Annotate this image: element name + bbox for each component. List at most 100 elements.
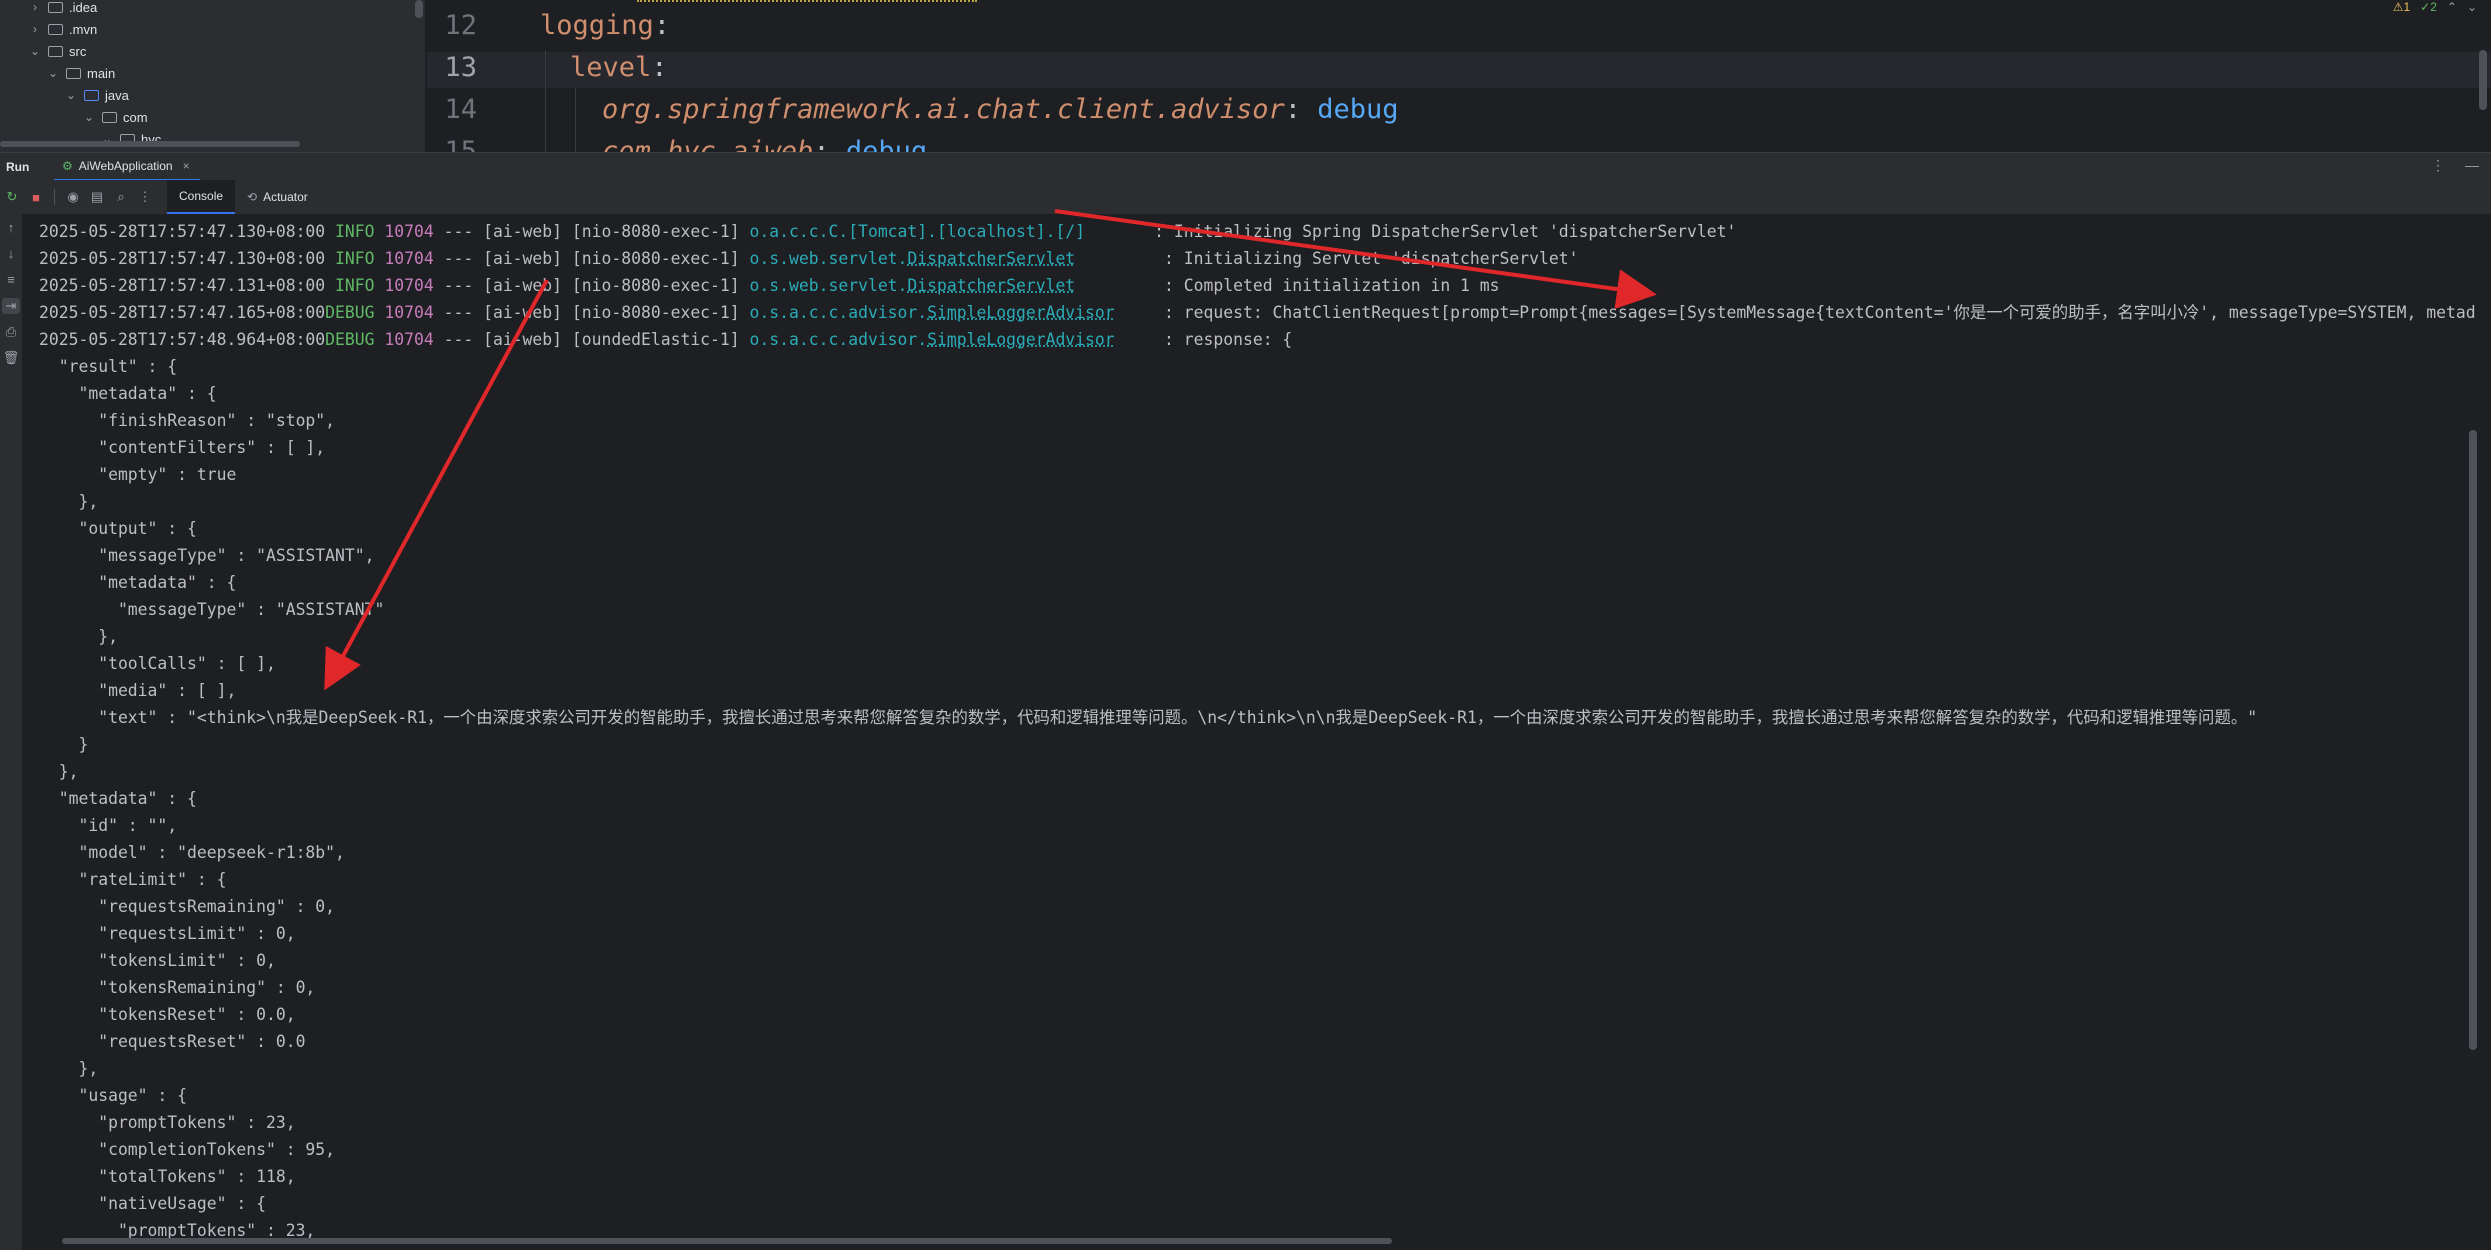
json-output-line: "metadata" : {	[39, 573, 237, 592]
warning-underline	[637, 0, 977, 4]
code-line[interactable]: logging:	[540, 10, 670, 41]
inspection-status[interactable]: ⚠1 ✓2 ⌃ ⌄	[2393, 0, 2477, 14]
tab-label: Console	[179, 189, 224, 203]
log-space	[375, 249, 385, 268]
log-level: INFO	[325, 222, 375, 241]
log-message: : Initializing Servlet 'dispatcherServle…	[1154, 249, 1579, 268]
log-pad	[1115, 330, 1154, 349]
chevron-down-icon[interactable]: ⌄	[2467, 0, 2477, 14]
spring-boot-icon: ⚙	[62, 158, 73, 173]
json-output-line: "requestsReset" : 0.0	[39, 1032, 306, 1051]
soft-wrap-icon[interactable]: ≡	[2, 272, 20, 288]
tree-item-label: .mvn	[69, 21, 98, 37]
log-line[interactable]: 2025-05-28T17:57:47.130+08:00 INFO 10704…	[39, 218, 1736, 245]
log-pad	[1115, 303, 1154, 322]
log-logger-link[interactable]: SimpleLoggerAdvisor	[927, 303, 1115, 322]
log-thread: [nio-8080-exec-1]	[562, 303, 750, 322]
more-options-icon[interactable]: ⋮	[2431, 157, 2445, 174]
arrow-up-icon[interactable]: ↑	[2, 220, 20, 236]
log-message: : request: ChatClientRequest[prompt=Prom…	[1154, 303, 2476, 322]
json-output-line: "metadata" : {	[39, 384, 217, 403]
folder-icon	[48, 45, 63, 57]
log-logger-link[interactable]: DispatcherServlet	[907, 249, 1075, 268]
code-editor[interactable]: 12 13 14 15 logging: level: org.springfr…	[427, 0, 2491, 152]
camera-icon[interactable]: ◉	[61, 189, 85, 205]
chevron-up-icon[interactable]: ⌃	[2447, 0, 2457, 14]
editor-scrollbar[interactable]	[2479, 50, 2487, 110]
log-line[interactable]: 2025-05-28T17:57:47.165+08:00DEBUG 10704…	[39, 299, 2476, 326]
more-icon[interactable]: ⋮	[133, 189, 157, 205]
code-line[interactable]: level:	[570, 52, 668, 83]
scroll-to-end-icon[interactable]: ⇥	[2, 298, 20, 314]
run-config-tab[interactable]: ⚙ AiWebApplication ×	[54, 153, 200, 181]
console-horizontal-scrollbar[interactable]	[62, 1238, 1392, 1244]
log-timestamp: 2025-05-28T17:57:47.130+08:00	[39, 249, 326, 268]
stop-icon[interactable]: ■	[24, 190, 48, 205]
log-level: INFO	[325, 249, 375, 268]
log-logger-link[interactable]: SimpleLoggerAdvisor	[927, 330, 1115, 349]
tab-actuator[interactable]: ⟲ Actuator	[235, 180, 320, 214]
log-timestamp: 2025-05-28T17:57:48.964+08:00	[39, 330, 326, 349]
json-output-line: "finishReason" : "stop",	[39, 411, 336, 430]
code-line[interactable]: org.springframework.ai.chat.client.advis…	[602, 94, 1399, 125]
rerun-icon[interactable]: ↻	[0, 189, 24, 205]
tree-item-main[interactable]: ⌄ main	[46, 62, 115, 84]
chevron-right-icon[interactable]: ›	[28, 0, 42, 14]
json-output-line: "media" : [ ],	[39, 681, 237, 700]
log-logger: o.s.a.c.c.advisor.	[749, 330, 928, 349]
yaml-colon: :	[651, 52, 668, 83]
tree-item-java[interactable]: ⌄ java	[64, 84, 129, 106]
log-logger: o.s.a.c.c.advisor.	[749, 303, 928, 322]
chevron-down-icon[interactable]: ⌄	[64, 88, 78, 102]
log-logger: o.a.c.c.C.[Tomcat].[localhost].[/]	[749, 222, 1086, 241]
console-output[interactable]: 2025-05-28T17:57:47.130+08:00 INFO 10704…	[22, 214, 2477, 1244]
json-output-line: "completionTokens" : 95,	[39, 1140, 336, 1159]
tree-item-idea[interactable]: › .idea	[28, 0, 97, 18]
log-pid: 10704	[384, 222, 434, 241]
log-pad	[1085, 222, 1144, 241]
json-output-line: "totalTokens" : 118,	[39, 1167, 296, 1186]
code-line[interactable]: com.hyc.aiweb: debug	[602, 136, 927, 152]
json-output-line: },	[39, 627, 118, 646]
json-output-line: },	[39, 762, 79, 781]
check-count[interactable]: ✓2	[2420, 0, 2437, 14]
json-output-line: "tokensRemaining" : 0,	[39, 978, 316, 997]
chevron-down-icon[interactable]: ⌄	[28, 44, 42, 58]
line-number: 15	[444, 136, 477, 152]
json-output-line: "tokensLimit" : 0,	[39, 951, 276, 970]
indent-guide	[545, 50, 546, 152]
json-output-line: "text" : "<think>\n我是DeepSeek-R1，一个由深度求索…	[39, 708, 2258, 727]
tree-item-label: main	[87, 65, 116, 81]
chevron-down-icon[interactable]: ⌄	[82, 110, 96, 124]
thread-dump-icon[interactable]: ▤	[85, 189, 109, 205]
line-number: 14	[444, 94, 477, 125]
chevron-right-icon[interactable]: ›	[28, 22, 42, 36]
json-output-line: "requestsRemaining" : 0,	[39, 897, 336, 916]
indent-guide	[575, 88, 576, 152]
print-icon[interactable]: ⎙	[2, 324, 20, 340]
close-icon[interactable]: ×	[183, 159, 190, 173]
tree-item-com[interactable]: ⌄ com	[82, 106, 148, 128]
trash-icon[interactable]: 🗑	[2, 350, 20, 366]
log-line[interactable]: 2025-05-28T17:57:48.964+08:00DEBUG 10704…	[39, 326, 1292, 353]
log-thread: [nio-8080-exec-1]	[562, 249, 750, 268]
log-line[interactable]: 2025-05-28T17:57:47.130+08:00 INFO 10704…	[39, 245, 1578, 272]
log-message: : response: {	[1154, 330, 1293, 349]
tree-item-src[interactable]: ⌄ src	[28, 40, 86, 62]
json-output-line: "nativeUsage" : {	[39, 1194, 266, 1213]
log-line[interactable]: 2025-05-28T17:57:47.131+08:00 INFO 10704…	[39, 272, 1500, 299]
tree-vertical-scrollbar[interactable]	[415, 0, 423, 18]
tree-horizontal-scrollbar[interactable]	[0, 141, 300, 147]
chevron-down-icon[interactable]: ⌄	[46, 66, 60, 80]
tree-item-mvn[interactable]: › .mvn	[28, 18, 97, 40]
log-logger-link[interactable]: DispatcherServlet	[907, 276, 1075, 295]
console-vertical-scrollbar[interactable]	[2469, 430, 2477, 1050]
log-pid: 10704	[384, 303, 434, 322]
log-message: : Completed initialization in 1 ms	[1154, 276, 1500, 295]
tree-item-label: .idea	[69, 0, 98, 15]
minimize-icon[interactable]: —	[2465, 157, 2479, 174]
search-icon[interactable]: ⌕	[109, 189, 133, 205]
tab-console[interactable]: Console	[167, 180, 236, 214]
warning-count[interactable]: ⚠1	[2393, 0, 2410, 14]
arrow-down-icon[interactable]: ↓	[2, 246, 20, 262]
